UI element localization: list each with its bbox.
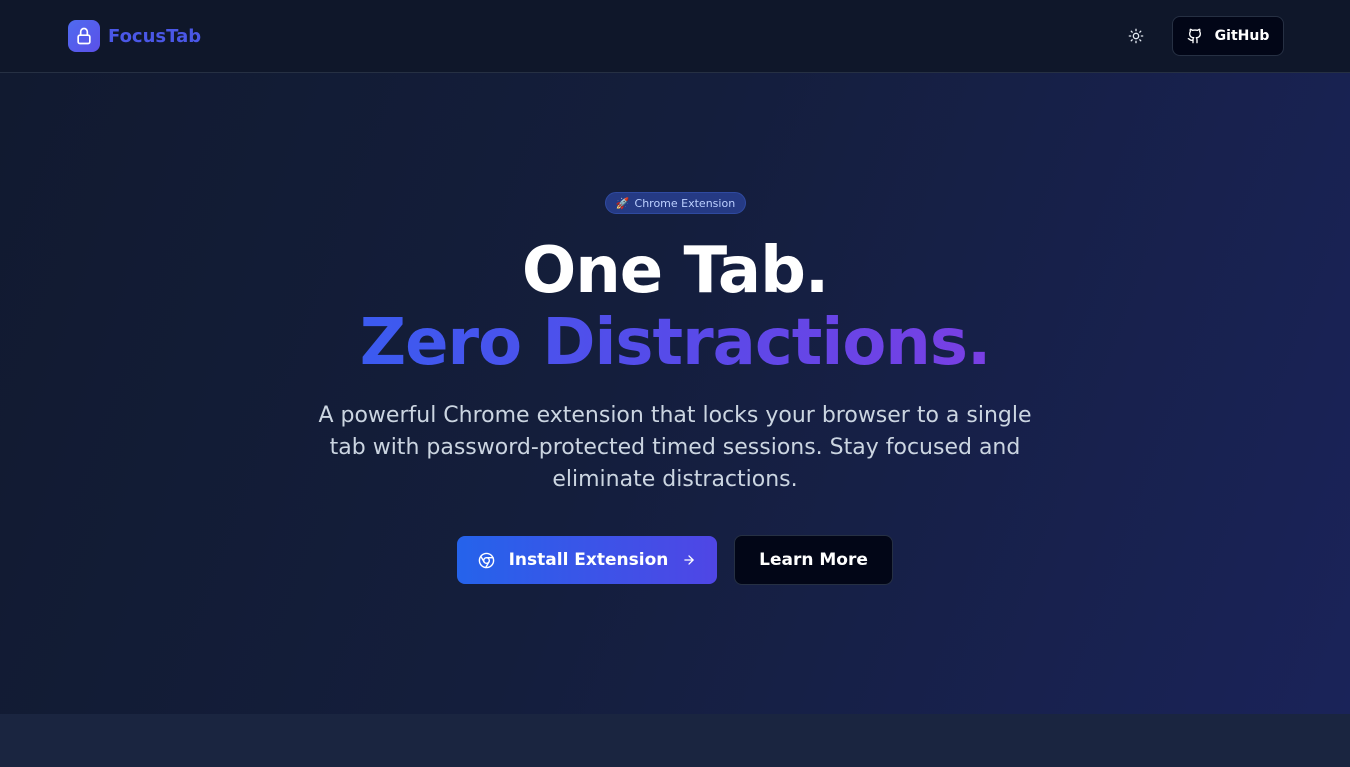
arrow-right-icon <box>682 553 696 567</box>
theme-toggle-button[interactable] <box>1120 20 1152 52</box>
install-extension-button[interactable]: Install Extension <box>457 536 717 584</box>
brand-home-link[interactable]: FocusTab <box>68 20 201 52</box>
chrome-icon <box>478 552 495 569</box>
chrome-extension-badge: 🚀 Chrome Extension <box>605 192 746 214</box>
hero-section: 🚀 Chrome Extension One Tab. Zero Distrac… <box>0 73 1350 714</box>
headline-line-1: One Tab. <box>521 234 829 308</box>
top-navbar: FocusTab GitHub <box>0 0 1350 73</box>
headline-line-2: Zero Distractions. <box>0 303 1350 383</box>
sun-icon <box>1128 28 1144 44</box>
hero-subtitle: A powerful Chrome extension that locks y… <box>318 403 1032 492</box>
github-icon <box>1187 28 1203 44</box>
learn-more-label: Learn More <box>759 550 868 570</box>
lock-icon <box>68 20 100 52</box>
github-button[interactable]: GitHub <box>1172 16 1284 56</box>
install-button-label: Install Extension <box>508 550 669 570</box>
badge-label: Chrome Extension <box>634 196 736 210</box>
headline-gradient-text: Zero Distractions. <box>359 306 992 380</box>
rocket-icon: 🚀 <box>615 196 630 210</box>
brand-name: FocusTab <box>108 25 202 47</box>
next-section-edge <box>0 714 1350 767</box>
github-button-label: GitHub <box>1214 28 1270 44</box>
learn-more-button[interactable]: Learn More <box>734 535 893 585</box>
